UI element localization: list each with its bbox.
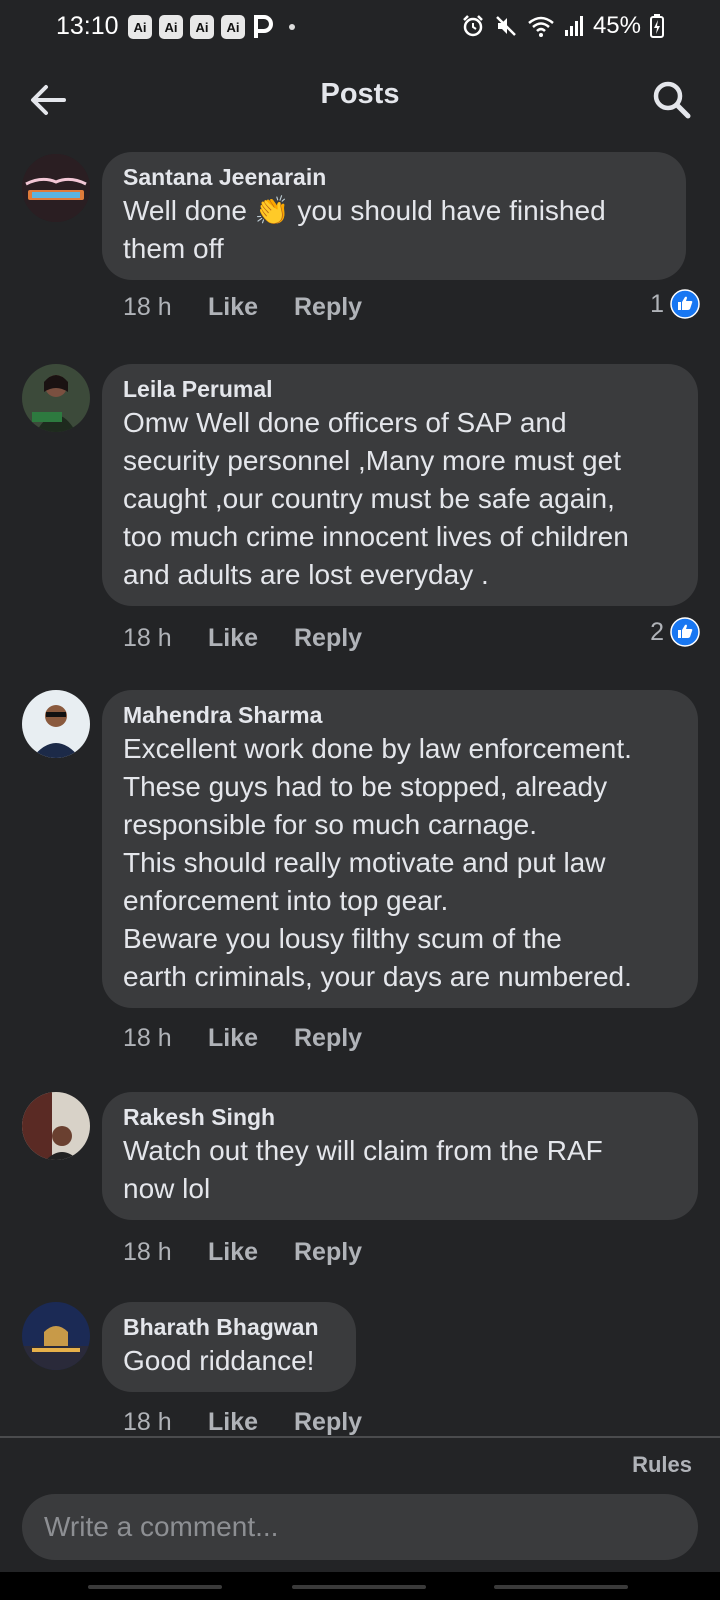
comment-author[interactable]: Santana Jeenarain: [123, 162, 666, 192]
notification-dot: [289, 24, 295, 30]
comment-text-line: security personnel ,Many more must get: [123, 445, 621, 476]
p-app-icon: [254, 15, 273, 38]
comment-time[interactable]: 18 h: [123, 1238, 208, 1267]
search-button[interactable]: [648, 76, 696, 124]
comment-author[interactable]: Leila Perumal: [123, 374, 678, 404]
comment-text-line: them off: [123, 233, 224, 264]
comment-author[interactable]: Bharath Bhagwan: [123, 1312, 336, 1342]
comment-bubble[interactable]: Rakesh Singh Watch out they will claim f…: [102, 1092, 698, 1220]
reaction-count[interactable]: 1: [650, 289, 700, 319]
avatar[interactable]: [22, 690, 90, 758]
comment-text: Omw Well done officers of SAP and securi…: [123, 404, 678, 594]
ai-app-icon: Ai: [190, 15, 214, 39]
comment-composer: Rules: [0, 1438, 720, 1572]
nav-recents-indicator[interactable]: [88, 1585, 222, 1589]
status-app-icons: Ai Ai Ai Ai: [128, 14, 295, 40]
alarm-icon: [463, 15, 483, 37]
comment-text-line: Good riddance!: [123, 1345, 315, 1376]
avatar-image: [22, 1092, 90, 1160]
thumbs-up-icon: [670, 617, 700, 647]
comment-text: Watch out they will claim from the RAF n…: [123, 1132, 678, 1208]
comment-text-line: and adults are lost everyday .: [123, 559, 489, 590]
comment-bubble[interactable]: Leila Perumal Omw Well done officers of …: [102, 364, 698, 606]
comment-time[interactable]: 18 h: [123, 1408, 208, 1437]
reaction-number: 1: [650, 289, 664, 318]
avatar[interactable]: [22, 1092, 90, 1160]
like-button[interactable]: Like: [208, 624, 294, 653]
like-button[interactable]: Like: [208, 293, 294, 322]
avatar-image: [22, 364, 90, 432]
status-time: 13:10: [56, 12, 119, 40]
reply-button[interactable]: Reply: [294, 1408, 362, 1437]
comment-text-line: These guys had to be stopped, already: [123, 771, 608, 802]
battery-charging-icon: [650, 14, 664, 38]
comment-text-line: caught ,our country must be safe again,: [123, 483, 615, 514]
avatar[interactable]: [22, 154, 90, 222]
screen: 13:10 Ai Ai Ai Ai 45% Posts Santana Jeen…: [0, 0, 720, 1600]
reply-button[interactable]: Reply: [294, 624, 362, 653]
comment-text-line: Beware you lousy filthy scum of the: [123, 923, 562, 954]
comment-author[interactable]: Mahendra Sharma: [123, 700, 678, 730]
comment-actions: 18 h Like Reply: [123, 289, 362, 325]
page-title: Posts: [320, 78, 400, 110]
nav-back-indicator[interactable]: [494, 1585, 628, 1589]
thumbs-up-icon: [670, 289, 700, 319]
comment-text-line: Well done 👏 you should have finished: [123, 195, 606, 226]
reply-button[interactable]: Reply: [294, 1238, 362, 1267]
status-bar: 13:10 Ai Ai Ai Ai 45%: [0, 0, 720, 54]
comment-time[interactable]: 18 h: [123, 1024, 208, 1053]
comment-time[interactable]: 18 h: [123, 624, 208, 653]
app-header: Posts: [0, 54, 720, 144]
comment-actions: 18 h Like Reply: [123, 620, 362, 656]
ai-app-icon: Ai: [159, 15, 183, 39]
comment-text-line: Excellent work done by law enforcement.: [123, 733, 632, 764]
comment-text-line: Watch out they will claim from the RAF: [123, 1135, 603, 1166]
comment-input[interactable]: [22, 1494, 698, 1560]
mute-icon: [496, 16, 516, 36]
comment-bubble[interactable]: Santana Jeenarain Well done 👏 you should…: [102, 152, 686, 280]
like-button[interactable]: Like: [208, 1024, 294, 1053]
reaction-count[interactable]: 2: [650, 617, 700, 647]
wifi-icon: [528, 16, 554, 37]
comment-text-line: This should really motivate and put law: [123, 847, 606, 878]
ai-app-icon: Ai: [128, 15, 152, 39]
comment-text-line: earth criminals, your days are numbered.: [123, 961, 632, 992]
comment-text: Excellent work done by law enforcement. …: [123, 730, 678, 996]
avatar-image: [22, 154, 90, 222]
comment-bubble[interactable]: Mahendra Sharma Excellent work done by l…: [102, 690, 698, 1008]
comment-text-line: now lol: [123, 1173, 211, 1204]
avatar[interactable]: [22, 364, 90, 432]
nav-home-indicator[interactable]: [292, 1585, 426, 1589]
signal-icon: [564, 16, 583, 36]
status-right: 45%: [461, 12, 664, 40]
comment-bubble[interactable]: Bharath Bhagwan Good riddance!: [102, 1302, 356, 1392]
like-button[interactable]: Like: [208, 1408, 294, 1437]
search-icon: [653, 81, 691, 119]
comment-text-line: enforcement into top gear.: [123, 885, 449, 916]
comment-actions: 18 h Like Reply: [123, 1020, 362, 1056]
battery-percent: 45%: [592, 12, 641, 39]
comment-author[interactable]: Rakesh Singh: [123, 1102, 678, 1132]
reply-button[interactable]: Reply: [294, 293, 362, 322]
comment-actions: 18 h Like Reply: [123, 1404, 362, 1440]
comment-text: Well done 👏 you should have finished the…: [123, 192, 666, 268]
reaction-number: 2: [650, 617, 664, 646]
avatar-image: [22, 690, 90, 758]
comment-actions: 18 h Like Reply: [123, 1234, 362, 1270]
ai-app-icon: Ai: [221, 15, 245, 39]
comment-text-line: responsible for so much carnage.: [123, 809, 537, 840]
like-button[interactable]: Like: [208, 1238, 294, 1267]
avatar-image: [22, 1302, 90, 1370]
comment-text-line: Omw Well done officers of SAP and: [123, 407, 567, 438]
reply-button[interactable]: Reply: [294, 1024, 362, 1053]
comment-text: Good riddance!: [123, 1342, 336, 1380]
system-nav-bar: [0, 1572, 720, 1600]
comment-text-line: too much crime innocent lives of childre…: [123, 521, 629, 552]
comment-time[interactable]: 18 h: [123, 293, 208, 322]
avatar[interactable]: [22, 1302, 90, 1370]
rules-link[interactable]: Rules: [632, 1452, 692, 1478]
